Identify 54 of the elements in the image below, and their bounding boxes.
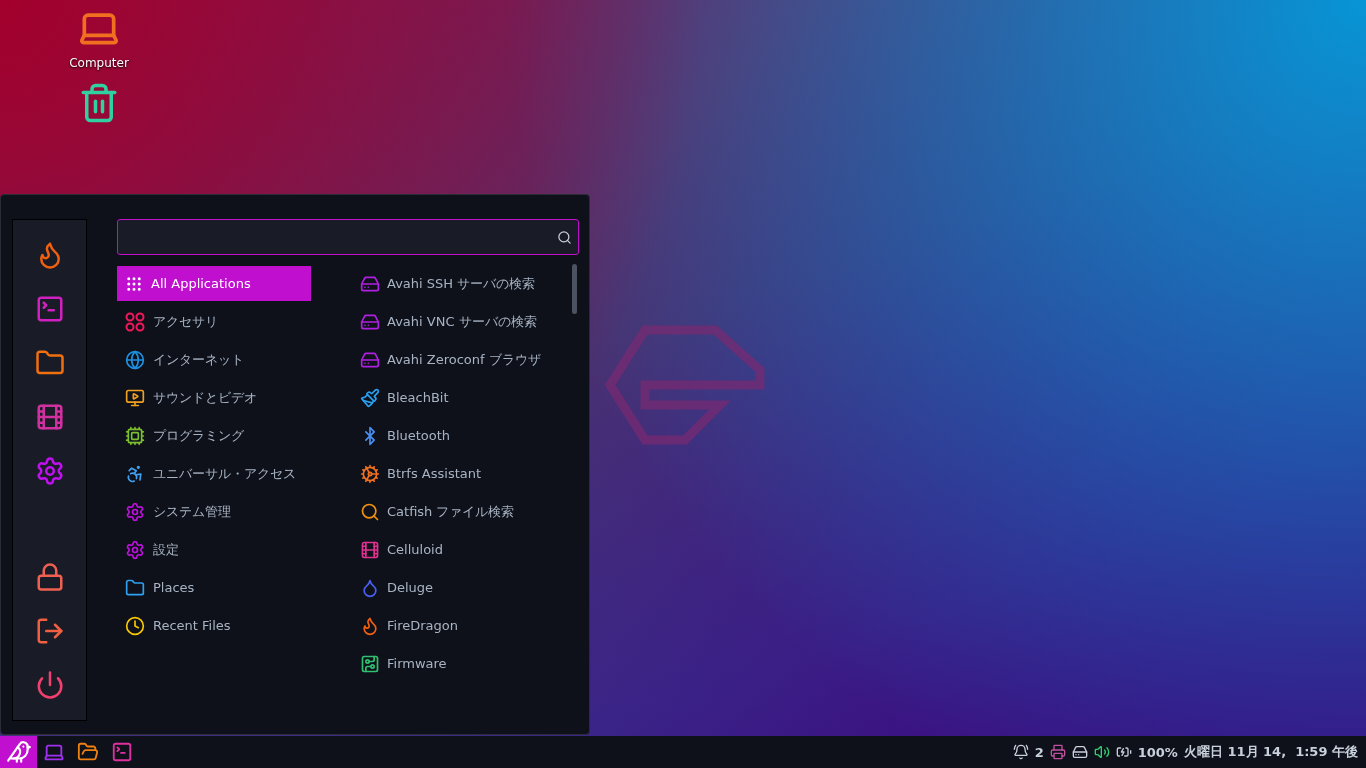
category-item[interactable]: ユニバーサル・アクセス bbox=[117, 456, 311, 491]
category-item[interactable]: システム管理 bbox=[117, 494, 311, 529]
desktop-icon-label: Computer bbox=[69, 56, 129, 70]
accessibility-icon bbox=[125, 463, 145, 484]
app-item[interactable]: BleachBit bbox=[358, 380, 579, 415]
category-item[interactable]: Places bbox=[117, 570, 311, 605]
scrollbar-thumb[interactable] bbox=[572, 264, 577, 314]
category-item[interactable]: アクセサリ bbox=[117, 304, 311, 339]
app-item[interactable]: Celluloid bbox=[358, 532, 579, 567]
search-field[interactable] bbox=[117, 219, 579, 255]
printer-icon[interactable] bbox=[1049, 744, 1066, 760]
app-item[interactable]: Avahi SSH サーバの検索 bbox=[358, 266, 579, 301]
app-item[interactable]: Deluge bbox=[358, 570, 579, 605]
clock-icon bbox=[125, 615, 145, 636]
chip-icon bbox=[125, 425, 145, 446]
app-item[interactable]: Catfish ファイル検索 bbox=[358, 494, 579, 529]
flame-icon bbox=[360, 615, 380, 636]
four-circles-icon bbox=[125, 311, 145, 332]
category-item[interactable]: インターネット bbox=[117, 342, 311, 377]
notification-bell-icon[interactable] bbox=[1012, 744, 1029, 760]
cog-icon bbox=[360, 463, 380, 484]
category-item[interactable]: プログラミング bbox=[117, 418, 311, 453]
app-item[interactable]: FireDragon bbox=[358, 608, 579, 643]
battery-percentage: 100% bbox=[1137, 744, 1178, 760]
monitor-play-icon bbox=[125, 387, 145, 408]
wallpaper-logo-icon bbox=[605, 325, 765, 445]
gear-icon bbox=[125, 501, 145, 522]
start-button[interactable] bbox=[0, 736, 37, 768]
drive-icon[interactable] bbox=[1071, 744, 1088, 760]
folder-icon[interactable] bbox=[77, 741, 99, 763]
volume-icon[interactable] bbox=[1093, 744, 1110, 760]
category-item[interactable]: Recent Files bbox=[117, 608, 311, 643]
app-item[interactable]: Firmware bbox=[358, 646, 579, 681]
category-item[interactable]: All Applications bbox=[117, 266, 311, 301]
app-item[interactable]: Avahi VNC サーバの検索 bbox=[358, 304, 579, 339]
grid-icon bbox=[125, 274, 143, 293]
app-item[interactable]: Bluetooth bbox=[358, 418, 579, 453]
brush-icon bbox=[360, 387, 380, 408]
terminal-icon[interactable] bbox=[111, 741, 133, 763]
category-item[interactable]: 設定 bbox=[117, 532, 311, 567]
film-icon bbox=[360, 539, 380, 560]
magnifier-icon bbox=[360, 501, 380, 522]
globe-icon bbox=[125, 349, 145, 370]
droplet-icon bbox=[360, 577, 380, 598]
search-icon[interactable] bbox=[557, 229, 572, 245]
folder-icon bbox=[125, 577, 145, 598]
gear-icon bbox=[125, 539, 145, 560]
category-item[interactable]: サウンドとビデオ bbox=[117, 380, 311, 415]
circuit-board-icon bbox=[360, 653, 380, 674]
clock[interactable]: 火曜日 11月 14, 1:59 午後 bbox=[1183, 743, 1358, 761]
battery-charging-icon[interactable] bbox=[1115, 744, 1132, 760]
app-item[interactable]: Avahi Zeroconf ブラウザ bbox=[358, 342, 579, 377]
app-item[interactable]: Btrfs Assistant bbox=[358, 456, 579, 491]
notification-count: 2 bbox=[1034, 744, 1044, 760]
